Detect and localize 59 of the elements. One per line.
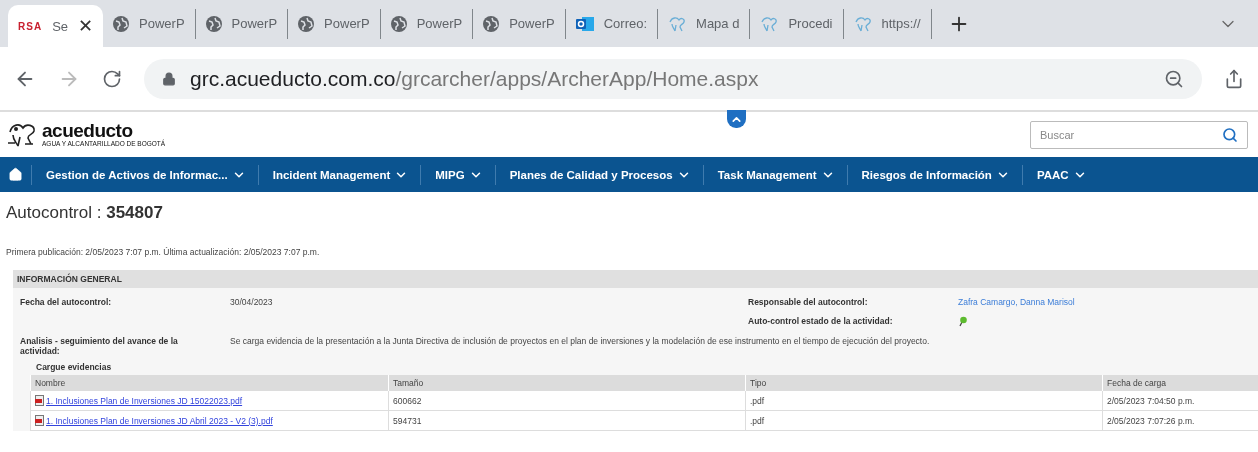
reload-icon[interactable] <box>102 68 122 89</box>
column-header: Nombre <box>30 375 388 391</box>
collapse-button[interactable] <box>727 110 746 128</box>
subsection-title: Cargue evidencias <box>35 362 113 374</box>
nav-menu[interactable]: Planes de Calidad y Procesos <box>495 164 704 185</box>
pin-icon <box>958 316 967 327</box>
field-label: Responsable del autocontrol: <box>748 297 869 307</box>
browser-tab[interactable]: RSA Se ✕ <box>8 5 104 47</box>
field-value: 30/04/2023 <box>230 297 274 307</box>
owner-link[interactable]: Zafra Camargo, Danna Marisol <box>958 297 1251 307</box>
browser-tab[interactable]: Mapa d <box>658 8 751 39</box>
globe-icon <box>205 15 222 32</box>
browser-tab[interactable]: Correo: <box>565 8 659 39</box>
home-icon <box>8 167 23 182</box>
browser-tab[interactable]: PowerP <box>473 8 566 39</box>
table-cell: .pdf <box>745 391 1102 411</box>
search-field[interactable]: Buscar <box>1030 120 1248 149</box>
table-cell: 2/05/2023 7:04:50 p.m. <box>1102 391 1258 411</box>
field-label: Analisis - seguimiento del avance de la actividad: <box>20 336 179 356</box>
field-value: Se carga evidencia de la presentación a la Junta Directiva de inclusión de proyectos en el plan de inversiones y la modelación de ese instrumento en el tiempo de ejecución del proyecto. <box>230 336 931 346</box>
browser-tab[interactable]: PowerP <box>103 8 196 39</box>
nav-menu[interactable]: Riesgos de Información <box>847 164 1023 185</box>
nav-menu[interactable]: Task Management <box>703 164 848 185</box>
browser-tab[interactable]: PowerP <box>288 8 381 39</box>
globe-icon <box>113 15 130 32</box>
column-header: Fecha de carga <box>1102 375 1258 391</box>
search-icon[interactable] <box>1222 126 1238 143</box>
table-cell: 600662 <box>388 391 745 411</box>
nav-menu[interactable]: Gestion de Activos de Informac... <box>32 164 259 185</box>
globe-icon <box>483 15 500 32</box>
zoom-out-icon[interactable] <box>1164 68 1184 89</box>
address-field[interactable]: grc.acueducto.com.co/grcarcher/apps/ArcherApp/Home.aspx <box>144 58 1202 99</box>
pdf-file-icon <box>35 415 45 426</box>
globe-icon <box>390 15 407 32</box>
globe-icon <box>298 15 315 32</box>
nav-menu[interactable]: MIPG <box>421 164 496 185</box>
close-tab-button[interactable]: ✕ <box>78 15 94 37</box>
table-cell: 2/05/2023 7:07:26 p.m. <box>1102 411 1258 431</box>
column-header: Tamaño <box>388 375 745 391</box>
table-cell: .pdf <box>745 411 1102 431</box>
field-label: Fecha del autocontrol: <box>20 297 113 307</box>
nav-menu[interactable]: Incident Management <box>258 164 422 185</box>
record-meta: Primera publicación: 2/05/2023 7:07 p.m. Última actualización: 2/05/2023 7:07 p.m. <box>5 246 321 257</box>
table-cell: 594731 <box>388 411 745 431</box>
nav-menu[interactable]: PAAC <box>1022 164 1099 185</box>
field-label: Auto-control estado de la actividad: <box>748 316 894 326</box>
share-icon[interactable] <box>1224 68 1244 89</box>
rsa-logo: RSA <box>18 20 43 32</box>
pdf-file-icon <box>35 395 45 406</box>
lock-icon <box>162 71 176 86</box>
browser-tab[interactable]: Procedi <box>750 8 844 39</box>
section-header: INFORMACIÓN GENERAL <box>13 270 1258 288</box>
browser-tab[interactable]: https:// <box>843 8 932 39</box>
logo-wordmark: acueducto <box>42 122 134 140</box>
record-title: Autocontrol : 354807 <box>5 202 164 223</box>
mail-app-icon <box>575 15 594 32</box>
browser-tab[interactable]: PowerP <box>380 8 474 39</box>
column-header: Tipo <box>745 375 1102 391</box>
browser-tab[interactable]: PowerP <box>195 8 289 39</box>
